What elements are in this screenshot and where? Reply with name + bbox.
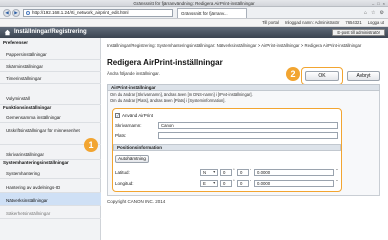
home-icon[interactable]: ⌂ <box>364 10 367 16</box>
sidebar-item-security[interactable]: Säkerhetsinställningar <box>0 206 101 219</box>
second-unit: " <box>336 168 338 173</box>
gear-icon[interactable]: ⚙ <box>380 10 384 16</box>
sidebar-item-network[interactable]: Nätverksinställningar <box>0 193 101 206</box>
longitude-direction-value: E <box>203 181 206 186</box>
window-titlebar: Gränssnitt för fjärranvändning: Redigera… <box>0 0 388 7</box>
airprint-section-heading: AirPrint-inställningar <box>107 84 380 91</box>
sidebar-header-system: Systemhanteringsinställningar <box>3 160 69 165</box>
app-header: Inställningar/Registrering E-post till a… <box>0 27 388 38</box>
ok-button[interactable]: OK <box>305 71 339 81</box>
window-controls: – □ × <box>372 1 385 6</box>
email-admin-button[interactable]: E-post till administratör <box>332 29 385 36</box>
minimize-icon[interactable]: – <box>372 1 374 6</box>
callout-1: 1 <box>84 138 98 152</box>
latitude-direction-value: N <box>203 170 207 175</box>
longitude-label: Longitud: <box>115 181 134 186</box>
window-title: Gränssnitt för fjärranvändning: Redigera… <box>133 1 255 6</box>
longitude-direction-select[interactable]: E ▼ <box>200 180 218 187</box>
callout-2: 2 <box>286 67 300 81</box>
longitude-seconds-input[interactable]: 0.0000 <box>254 180 334 187</box>
login-name: Inloggad namn: Administratör <box>284 20 340 25</box>
copyright-footer: Copyright CANON INC. 2014 <box>107 199 166 204</box>
sidebar-item-paper[interactable]: Pappersinställningar <box>0 49 101 60</box>
sidebar-item-system-management[interactable]: Systemhantering <box>0 167 101 179</box>
degree-unit: ° <box>233 168 235 173</box>
sidebar-item-timer[interactable]: Timerinställningar <box>0 72 101 84</box>
position-section-heading: Positionsinformation <box>113 144 341 151</box>
auto-fetch-button[interactable]: Autohämtning <box>115 155 149 163</box>
user-info-bar: Till portal Inloggad namn: Administratör… <box>0 19 388 27</box>
longitude-minutes-input[interactable]: 0 <box>237 180 249 187</box>
latitude-minutes-input[interactable]: 0 <box>237 169 249 176</box>
maximize-icon[interactable]: □ <box>377 1 379 6</box>
degree-unit: ° <box>233 179 235 184</box>
sidebar-item-volume[interactable]: Volyminställ <box>0 84 101 105</box>
globe-icon <box>26 11 30 15</box>
use-airprint-label: Använd AirPrint <box>122 113 154 118</box>
sidebar-item-display[interactable]: Skärminställningar <box>0 60 101 72</box>
dept-id: 7654321 <box>345 20 362 25</box>
cancel-button[interactable]: Avbryt <box>347 71 380 81</box>
close-icon[interactable]: × <box>383 1 385 6</box>
chevron-down-icon: ▼ <box>212 170 216 174</box>
back-icon[interactable]: ◀ <box>3 9 11 17</box>
portal-link[interactable]: Till portal <box>262 20 279 25</box>
browser-tool-icons: ⌂ ☆ ⚙ <box>364 10 384 16</box>
sidebar-item-dept-id[interactable]: Hantering av avdelnings-ID <box>0 179 101 193</box>
browser-toolbar: ◀ ▶ http://192.168.1.24/rti_network_airp… <box>0 7 388 19</box>
settings-home-icon[interactable] <box>4 29 11 36</box>
forward-icon[interactable]: ▶ <box>12 9 20 17</box>
sidebar-header-preferences: Preferenser <box>3 40 29 45</box>
logout-link[interactable]: Logga ut <box>368 20 384 25</box>
second-unit: " <box>336 179 338 184</box>
breadcrumb: Inställningar/Registrering: Systemhanter… <box>107 43 362 48</box>
longitude-degrees-input[interactable]: 0 <box>220 180 232 187</box>
printer-name-label: Skrivarnamn: <box>115 123 142 128</box>
use-airprint-checkbox[interactable]: ✓ <box>115 113 120 118</box>
latitude-degrees-input[interactable]: 0 <box>220 169 232 176</box>
latitude-label: Latitud: <box>115 170 130 175</box>
chevron-down-icon: ▼ <box>212 181 216 185</box>
printer-name-input[interactable]: Canon <box>158 122 338 129</box>
star-icon[interactable]: ☆ <box>371 10 375 16</box>
location-input[interactable] <box>158 132 338 139</box>
tab-title: Gränssnitt för fjärranv... <box>181 11 228 16</box>
page-title: Redigera AirPrint-inställningar <box>107 58 223 67</box>
page-hint: Ändra följande inställningar. <box>107 71 160 76</box>
sidebar-item-common[interactable]: Gemensamma inställningar <box>0 112 101 123</box>
url-text: http://192.168.1.24/rti_network_airprint… <box>32 10 129 15</box>
latitude-direction-select[interactable]: N ▼ <box>200 169 218 176</box>
airprint-note-2: Om du ändrar [Plats], ändras även [Plats… <box>110 98 226 103</box>
app-title: Inställningar/Registrering <box>14 29 87 35</box>
location-label: Plats: <box>115 133 127 138</box>
minute-unit: ' <box>250 179 251 184</box>
minute-unit: ' <box>250 168 251 173</box>
latitude-seconds-input[interactable]: 0.0000 <box>254 169 334 176</box>
sidebar-header-functions: Funktionsinställningar <box>3 105 52 110</box>
address-bar[interactable]: http://192.168.1.24/rti_network_airprint… <box>23 9 173 17</box>
browser-tab[interactable]: Gränssnitt för fjärranv... <box>177 8 247 18</box>
